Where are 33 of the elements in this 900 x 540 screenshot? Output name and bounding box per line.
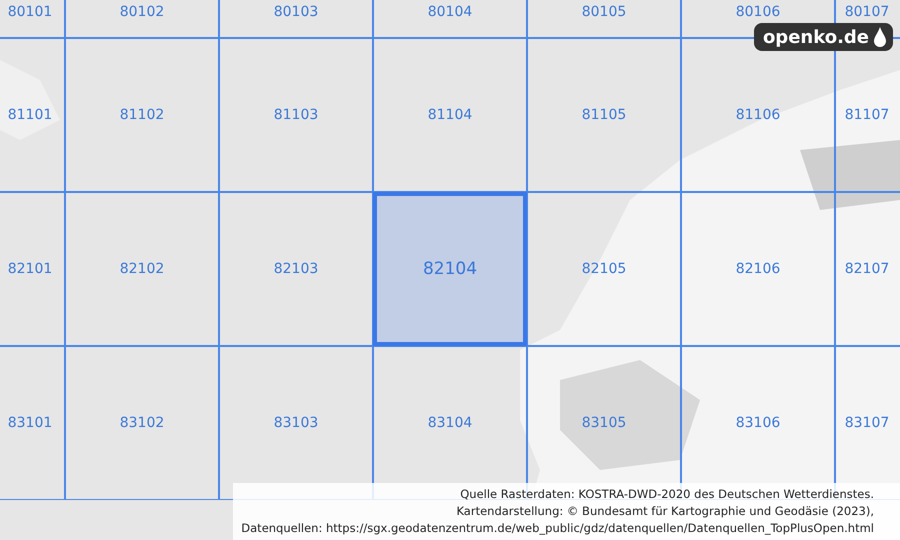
grid-cell-label: 80104: [428, 4, 472, 20]
grid-cell-label: 80103: [274, 4, 318, 20]
grid-cell-label: 82107: [844, 261, 890, 277]
grid-cell-label: 80105: [582, 4, 626, 20]
grid-cell-label: 82105: [582, 261, 626, 277]
attribution-text: Datenquellen: https://sgx.geodatenzentrum.de/web_public/gdz/datenquellen/Datenquellen_TopPlusOpen.html: [241, 520, 874, 537]
grid-cell-label: 82103: [274, 261, 318, 277]
grid-cell-label: 82101: [8, 261, 52, 277]
grid-cell-label: 83103: [274, 415, 318, 431]
grid-cell-label: 81101: [8, 107, 52, 123]
grid-cell-label: 80106: [736, 4, 780, 20]
grid-cell-label: 81107: [844, 107, 890, 123]
grid-cell-label: 82102: [120, 261, 164, 277]
grid-cell-label: 80107: [844, 4, 890, 20]
attribution-text: Kartendarstellung: © Bundesamt für Kartographie und Geodäsie (2023),: [456, 503, 874, 520]
grid-cell-label: 83107: [844, 415, 890, 431]
grid-cell-label: 82106: [736, 261, 780, 277]
grid-cell-label: 80102: [120, 4, 164, 20]
attribution-text: Quelle Rasterdaten: KOSTRA-DWD-2020 des Deutschen Wetterdienstes.: [460, 486, 874, 503]
grid-cell-label: 81106: [736, 107, 780, 123]
grid-cell-label: 81103: [274, 107, 318, 123]
grid-cell-label: 83102: [120, 415, 164, 431]
grid-cell-label: 82104: [422, 259, 478, 279]
grid-cell-label: 83104: [428, 415, 472, 431]
grid-cell-label: 83105: [582, 415, 626, 431]
grid-cell-label: 80101: [8, 4, 52, 20]
grid-cell-label: 81104: [428, 107, 472, 123]
drop-icon: [873, 26, 887, 48]
grid-cell-label: 81105: [582, 107, 626, 123]
logo: openko.de: [754, 23, 893, 51]
grid-cell-label: 83101: [8, 415, 52, 431]
grid-cell-label: 83106: [736, 415, 780, 431]
grid-cell-label: 81102: [120, 107, 164, 123]
